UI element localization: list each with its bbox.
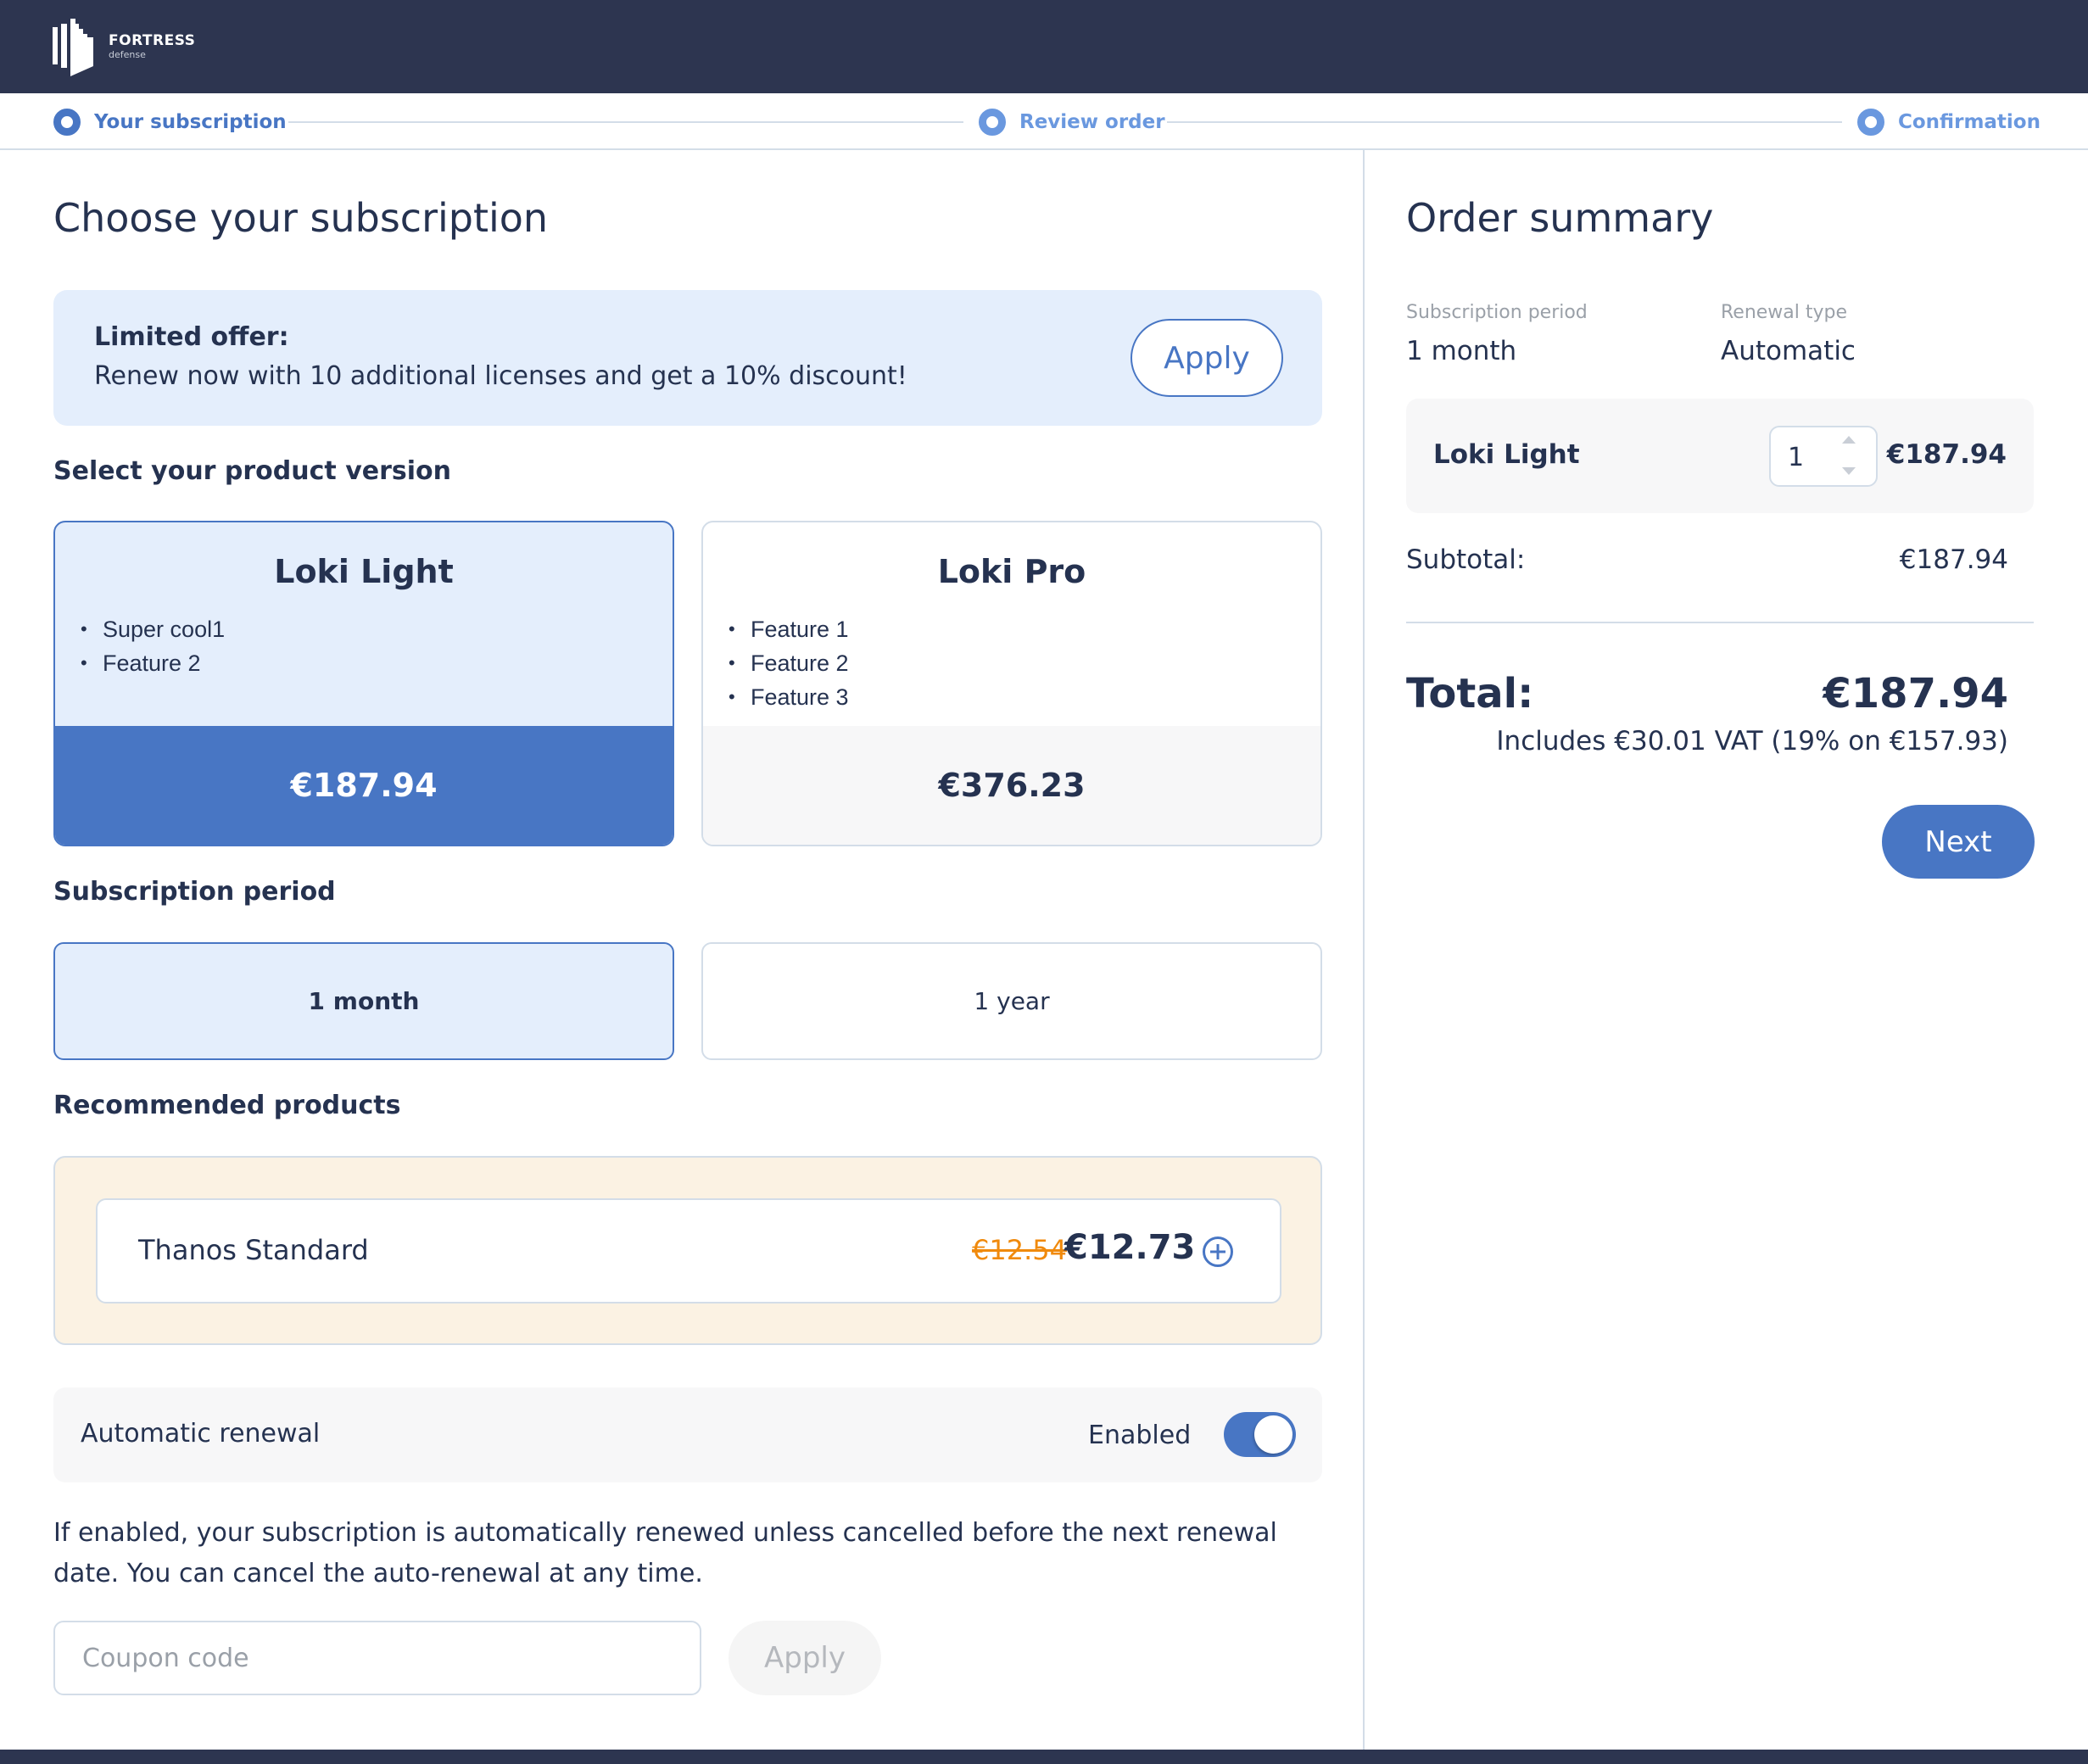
- column-divider: [1363, 150, 1365, 1750]
- quantity-stepper[interactable]: 1: [1769, 426, 1878, 487]
- product-section-title: Select your product version: [53, 456, 451, 486]
- chevron-down-icon[interactable]: [1842, 467, 1856, 475]
- subtotal-value: €187.94: [1899, 544, 2008, 575]
- product-price: €187.94: [55, 726, 673, 845]
- offer-title: Limited offer:: [94, 322, 289, 352]
- period-option-1-year[interactable]: 1 year: [701, 942, 1322, 1060]
- summary-divider: [1406, 622, 2034, 623]
- recommended-section-title: Recommended products: [53, 1091, 401, 1120]
- feature-item: Feature 2: [81, 646, 225, 680]
- product-features: Feature 1 Feature 2 Feature 3: [729, 612, 849, 714]
- product-name: Loki Pro: [937, 553, 1086, 590]
- offer-text: Renew now with 10 additional licenses an…: [94, 361, 907, 391]
- checkout-stepper: Your subscription Review order Confirmat…: [0, 93, 2088, 150]
- automatic-renewal-status: Enabled: [1088, 1421, 1192, 1450]
- step-confirmation[interactable]: Confirmation: [1857, 109, 2041, 136]
- footer-bar: [0, 1750, 2088, 1764]
- summary-renewal-label: Renewal type: [1721, 302, 1848, 323]
- feature-item: Feature 2: [729, 646, 849, 680]
- summary-renewal-value: Automatic: [1721, 336, 1856, 366]
- offer-apply-button[interactable]: Apply: [1131, 319, 1283, 397]
- vat-note: Includes €30.01 VAT (19% on €157.93): [1496, 726, 2008, 756]
- feature-item: Feature 3: [729, 680, 849, 714]
- step-active-circle-icon: [53, 109, 81, 136]
- summary-period-value: 1 month: [1406, 336, 1517, 366]
- automatic-renewal-label: Automatic renewal: [81, 1419, 321, 1449]
- coupon-apply-button[interactable]: Apply: [729, 1621, 881, 1695]
- step-circle-icon: [1857, 109, 1884, 136]
- total-value: €187.94: [1823, 670, 2008, 717]
- recommended-product-item: Thanos Standard €12.54 €12.73: [96, 1198, 1281, 1303]
- product-card-loki-pro[interactable]: Loki Pro Feature 1 Feature 2 Feature 3 €…: [701, 521, 1322, 846]
- product-name: Loki Light: [274, 553, 454, 590]
- step-label: Confirmation: [1898, 111, 2041, 133]
- step-connector: [1167, 121, 1842, 123]
- feature-item: Feature 1: [729, 612, 849, 646]
- chevron-up-icon[interactable]: [1842, 436, 1856, 444]
- quantity-value: 1: [1788, 443, 1805, 472]
- total-label: Total:: [1406, 670, 1534, 717]
- recommended-products-panel: Thanos Standard €12.54 €12.73: [53, 1156, 1322, 1345]
- castle-logo-icon: [53, 19, 93, 76]
- automatic-renewal-description: If enabled, your subscription is automat…: [53, 1518, 1277, 1588]
- period-section-title: Subscription period: [53, 877, 336, 907]
- automatic-renewal-toggle[interactable]: [1224, 1412, 1296, 1457]
- brand-name: FORTRESS: [109, 32, 196, 49]
- recommended-product-name: Thanos Standard: [138, 1234, 369, 1266]
- line-item-name: Loki Light: [1433, 439, 1580, 470]
- step-label: Review order: [1019, 111, 1165, 133]
- brand-tagline: defense: [109, 49, 146, 60]
- coupon-code-input[interactable]: [53, 1621, 701, 1695]
- summary-line-item: Loki Light 1 €187.94: [1406, 399, 2034, 513]
- step-circle-icon: [979, 109, 1006, 136]
- automatic-renewal-row: Automatic renewal Enabled: [53, 1387, 1322, 1482]
- recommended-old-price: €12.54: [972, 1234, 1067, 1266]
- step-review-order[interactable]: Review order: [979, 109, 1165, 136]
- product-card-loki-light[interactable]: Loki Light Super cool1 Feature 2 €187.94: [53, 521, 674, 846]
- product-price: €376.23: [703, 726, 1320, 845]
- limited-offer-banner: Limited offer: Renew now with 10 additio…: [53, 290, 1322, 426]
- step-label: Your subscription: [94, 111, 287, 133]
- top-header: FORTRESS defense: [0, 0, 2088, 93]
- next-button[interactable]: Next: [1882, 805, 2035, 879]
- step-your-subscription[interactable]: Your subscription: [53, 109, 287, 136]
- period-option-1-month[interactable]: 1 month: [53, 942, 674, 1060]
- fortress-logo[interactable]: FORTRESS defense: [53, 15, 197, 78]
- recommended-price: €12.73: [1064, 1228, 1196, 1267]
- subtotal-label: Subtotal:: [1406, 544, 1526, 575]
- order-summary-title: Order summary: [1406, 195, 1714, 241]
- product-features: Super cool1 Feature 2: [81, 612, 225, 680]
- feature-item: Super cool1: [81, 612, 225, 646]
- page-title: Choose your subscription: [53, 195, 549, 241]
- plus-circle-icon[interactable]: [1202, 1236, 1234, 1268]
- line-item-price: €187.94: [1886, 439, 2007, 470]
- step-connector: [288, 121, 963, 123]
- toggle-knob: [1254, 1415, 1292, 1454]
- summary-period-label: Subscription period: [1406, 302, 1588, 323]
